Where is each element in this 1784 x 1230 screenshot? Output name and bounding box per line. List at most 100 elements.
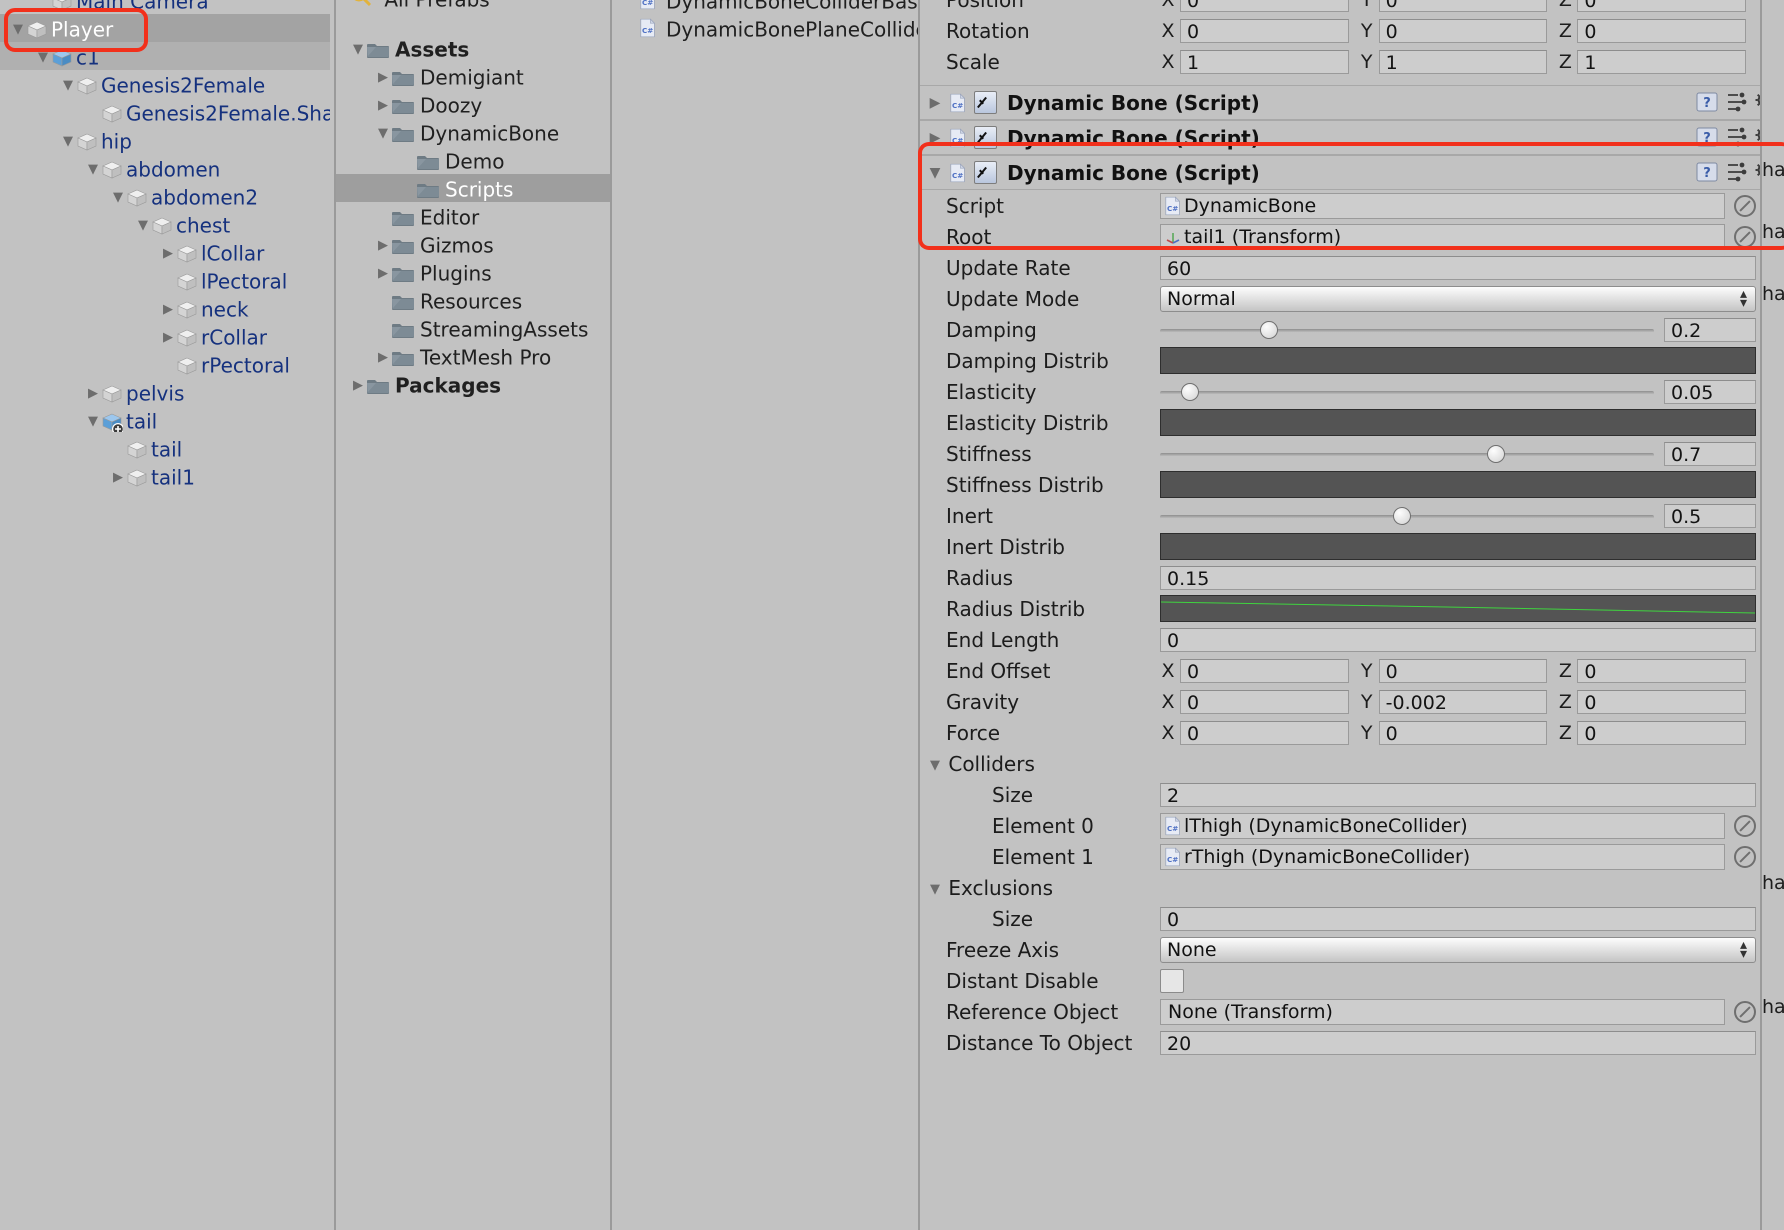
chevron-down-icon[interactable]: ▼ [60, 72, 76, 99]
help-icon[interactable]: ? [1696, 91, 1718, 113]
hierarchy-item-c1[interactable]: ▼ c1 [0, 42, 330, 70]
chevron-right-icon[interactable]: ▶ [160, 296, 176, 323]
transform-position-z-input[interactable]: 0 [1577, 0, 1746, 12]
hierarchy-item-tail[interactable]: ▼ tail [0, 406, 330, 434]
distance-to-object-input[interactable]: 20 [1160, 1031, 1756, 1055]
inert-distrib-curve-field[interactable] [1160, 533, 1756, 560]
project-folder-resources[interactable]: Resources [336, 286, 610, 314]
stiffness-input[interactable]: 0.7 [1664, 442, 1756, 466]
chevron-down-icon[interactable]: ▼ [85, 408, 101, 435]
project-folder-editor[interactable]: Editor [336, 202, 610, 230]
transform-rotation-y-input[interactable]: 0 [1379, 19, 1548, 43]
damping-slider-knob[interactable] [1260, 321, 1278, 339]
project-folder-plugins[interactable]: ▶ Plugins [336, 258, 610, 286]
chevron-down-icon[interactable]: ▼ [10, 16, 26, 43]
hierarchy-item-lcollar[interactable]: ▶ lCollar [0, 238, 330, 266]
chevron-down-icon[interactable]: ▼ [928, 758, 942, 773]
component-header-dynamic-bone-1[interactable]: ▶ C#Dynamic Bone (Script) ? [920, 85, 1784, 120]
hierarchy-item-main-camera[interactable]: Main Camera [0, 0, 330, 14]
transform-rotation-z-input[interactable]: 0 [1577, 19, 1746, 43]
inert-slider[interactable] [1160, 506, 1654, 526]
collider-element-0-picker-button[interactable] [1734, 815, 1756, 837]
hierarchy-item-genesis2female[interactable]: ▼ Genesis2Female [0, 70, 330, 98]
chevron-right-icon[interactable]: ▶ [160, 240, 176, 267]
component-header-dynamic-bone-3[interactable]: ▼ C#Dynamic Bone (Script) ? [920, 155, 1784, 190]
project-folder-textmesh-pro[interactable]: ▶ TextMesh Pro [336, 342, 610, 370]
project-folder-demo[interactable]: Demo [336, 146, 610, 174]
root-object-field[interactable]: tail1 (Transform) [1160, 224, 1725, 250]
chevron-down-icon[interactable]: ▼ [60, 128, 76, 155]
reference-object-field[interactable]: None (Transform) [1160, 999, 1725, 1025]
project-folder-assets[interactable]: ▼ Assets [336, 34, 610, 62]
chevron-down-icon[interactable]: ▼ [928, 882, 942, 897]
transform-scale-y-input[interactable]: 1 [1379, 50, 1548, 74]
hierarchy-item-abdomen[interactable]: ▼ abdomen [0, 154, 330, 182]
project-folder-demigiant[interactable]: ▶ Demigiant [336, 62, 610, 90]
preset-icon[interactable] [1725, 161, 1747, 183]
reference-object-picker-button[interactable] [1734, 1001, 1756, 1023]
stiffness-distrib-curve-field[interactable] [1160, 471, 1756, 498]
update-rate-input[interactable]: 60 [1160, 256, 1756, 280]
transform-scale-z-input[interactable]: 1 [1577, 50, 1746, 74]
collider-element-1-picker-button[interactable] [1734, 846, 1756, 868]
damping-distrib-curve-field[interactable] [1160, 347, 1756, 374]
chevron-down-icon[interactable]: ▼ [110, 184, 126, 211]
hierarchy-item-abdomen2[interactable]: ▼ abdomen2 [0, 182, 330, 210]
preset-icon[interactable] [1725, 91, 1747, 113]
transform-position-x-input[interactable]: 0 [1180, 0, 1349, 12]
help-icon[interactable]: ? [1696, 161, 1718, 183]
end-length-input[interactable]: 0 [1160, 628, 1756, 652]
chevron-down-icon[interactable]: ▼ [85, 156, 101, 183]
component-enabled-checkbox[interactable] [974, 161, 997, 184]
radius-distrib-curve-field[interactable] [1160, 595, 1756, 622]
hierarchy-item-rpectoral[interactable]: rPectoral [0, 350, 330, 378]
hierarchy-item-neck[interactable]: ▶ neck [0, 294, 330, 322]
root-object-picker-button[interactable] [1734, 226, 1756, 248]
hierarchy-item-tail1[interactable]: ▶ tail1 [0, 462, 330, 490]
collider-element-1-object-field[interactable]: C# rThigh (DynamicBoneCollider) [1160, 844, 1725, 870]
project-filter-all-prefabs[interactable]: All Prefabs [336, 0, 610, 12]
project-file-item[interactable]: C#DynamicBonePlaneCollide [612, 14, 918, 42]
chevron-right-icon[interactable]: ▶ [350, 372, 366, 399]
preset-icon[interactable] [1725, 126, 1747, 148]
project-folder-scripts[interactable]: Scripts [336, 174, 610, 202]
chevron-down-icon[interactable]: ▼ [920, 165, 950, 181]
hierarchy-item-genesis2female-shap[interactable]: Genesis2Female.Shap [0, 98, 330, 126]
force-y-input[interactable]: 0 [1379, 721, 1548, 745]
gravity-z-input[interactable]: 0 [1577, 690, 1746, 714]
inert-slider-knob[interactable] [1393, 507, 1411, 525]
exclusions-foldout[interactable]: ▼ Exclusions [920, 872, 1784, 903]
elasticity-slider-knob[interactable] [1181, 383, 1199, 401]
elasticity-distrib-curve-field[interactable] [1160, 409, 1756, 436]
chevron-right-icon[interactable]: ▶ [375, 260, 391, 287]
damping-input[interactable]: 0.2 [1664, 318, 1756, 342]
project-folder-doozy[interactable]: ▶ Doozy [336, 90, 610, 118]
transform-position-y-input[interactable]: 0 [1379, 0, 1548, 12]
chevron-right-icon[interactable]: ▶ [160, 324, 176, 351]
project-folder-packages[interactable]: ▶ Packages [336, 370, 610, 398]
hierarchy-item-chest[interactable]: ▼ chest [0, 210, 330, 238]
hierarchy-item-hip[interactable]: ▼ hip [0, 126, 330, 154]
chevron-right-icon[interactable]: ▶ [920, 95, 950, 111]
force-x-input[interactable]: 0 [1180, 721, 1349, 745]
end-offset-y-input[interactable]: 0 [1379, 659, 1548, 683]
chevron-right-icon[interactable]: ▶ [375, 232, 391, 259]
component-enabled-checkbox[interactable] [974, 126, 997, 149]
chevron-right-icon[interactable]: ▶ [920, 130, 950, 146]
hierarchy-item-player[interactable]: ▼ Player [0, 14, 330, 42]
hierarchy-item-tail[interactable]: tail [0, 434, 330, 462]
freeze-axis-dropdown[interactable]: None ▴▾ [1160, 937, 1756, 963]
update-mode-dropdown[interactable]: Normal ▴▾ [1160, 286, 1756, 312]
exclusions-size-input[interactable]: 0 [1160, 907, 1756, 931]
transform-rotation-x-input[interactable]: 0 [1180, 19, 1349, 43]
radius-input[interactable]: 0.15 [1160, 566, 1756, 590]
chevron-down-icon[interactable]: ▼ [350, 36, 366, 63]
end-offset-z-input[interactable]: 0 [1577, 659, 1746, 683]
end-offset-x-input[interactable]: 0 [1180, 659, 1349, 683]
project-folder-dynamicbone[interactable]: ▼ DynamicBone [336, 118, 610, 146]
colliders-size-input[interactable]: 2 [1160, 783, 1756, 807]
hierarchy-item-lpectoral[interactable]: lPectoral [0, 266, 330, 294]
inert-input[interactable]: 0.5 [1664, 504, 1756, 528]
gravity-y-input[interactable]: -0.002 [1379, 690, 1548, 714]
chevron-right-icon[interactable]: ▶ [375, 92, 391, 119]
